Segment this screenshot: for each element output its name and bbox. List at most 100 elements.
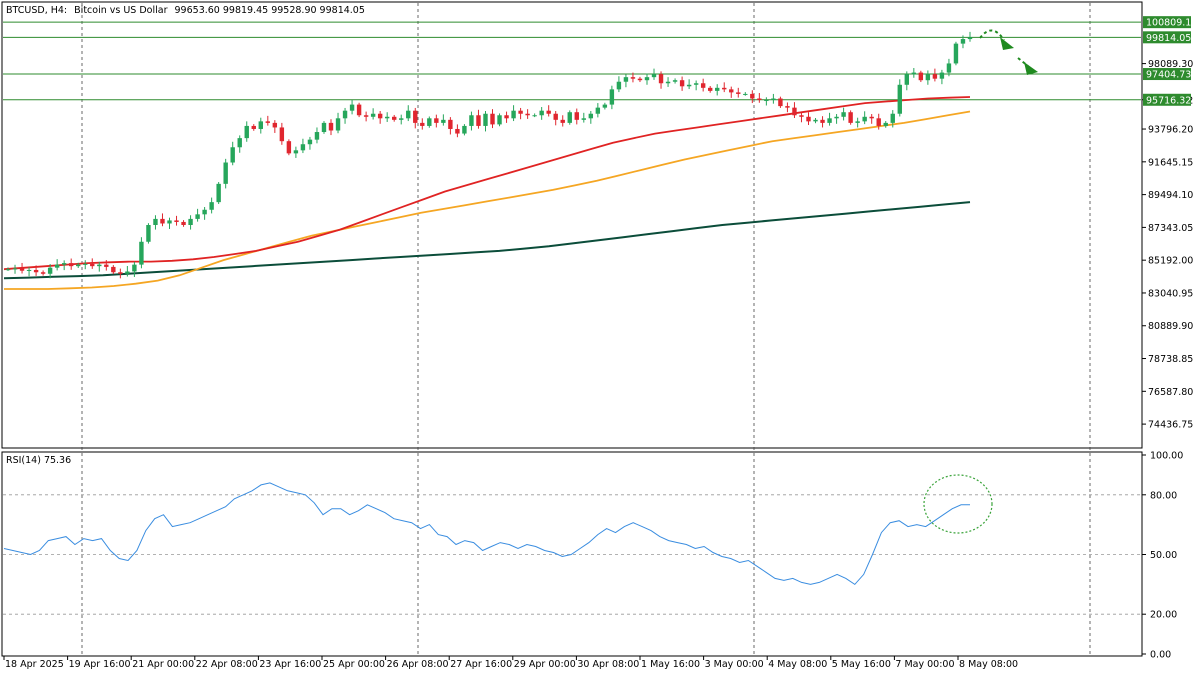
candle-bull	[862, 116, 867, 122]
candle-bull	[54, 264, 60, 268]
candle-bear	[757, 98, 762, 101]
candle-bear	[118, 272, 123, 274]
candle-bull	[314, 132, 320, 140]
candle-bull	[715, 87, 720, 91]
candle-bull	[195, 214, 200, 219]
price-tick-label: 89494.10	[1148, 190, 1193, 201]
candle-bull	[209, 202, 214, 210]
candle-bear	[356, 104, 362, 116]
candle-bull	[665, 81, 671, 84]
candles	[5, 31, 973, 279]
candle-bull	[300, 144, 306, 151]
time-tick-label: 7 May 00:00	[895, 659, 954, 670]
time-tick-label: 21 Apr 00:00	[132, 659, 194, 670]
candle-bull	[693, 83, 699, 85]
rsi-highlight-circle	[923, 474, 993, 534]
candle-bull	[146, 225, 151, 242]
candle-bull	[132, 264, 137, 272]
candle-bull	[602, 104, 608, 108]
forecast-arrow-head	[1000, 37, 1014, 50]
candle-bear	[420, 122, 425, 126]
candle-bear	[736, 92, 741, 94]
candle-bull	[399, 118, 404, 120]
candle-bull	[532, 115, 537, 117]
candle-bull	[47, 267, 53, 274]
candle-bull	[370, 113, 376, 117]
chart-header: BTCUSD, H4: Bitcoin vs US Dollar 99653.6…	[6, 5, 365, 16]
candle-bear	[265, 121, 271, 123]
candle-bull	[855, 121, 860, 123]
candle-bear	[455, 128, 460, 134]
candle-bull	[686, 84, 692, 87]
candle-bear	[490, 113, 495, 125]
candle-bear	[518, 110, 523, 114]
rsi-line	[3, 482, 970, 586]
candle-bull	[462, 125, 467, 134]
candle-bear	[707, 87, 713, 91]
candle-bull	[890, 113, 895, 123]
candle-bull	[139, 241, 144, 265]
candle-bear	[729, 89, 734, 93]
candle-bear	[392, 116, 397, 120]
time-tick-label: 19 Apr 16:00	[69, 659, 131, 670]
candle-bull	[427, 118, 432, 126]
candle-bull	[911, 72, 917, 75]
candle-bear	[560, 119, 565, 123]
candle-bull	[12, 268, 18, 270]
candle-bear	[160, 218, 165, 224]
candle-bull	[307, 139, 313, 145]
candle-bull	[616, 81, 622, 90]
time-axis: 18 Apr 2025 19 Apr 16:00 21 Apr 00:00 22 Ap…	[3, 656, 1018, 670]
candle-bear	[820, 119, 825, 123]
forecast-arrow-head	[1024, 62, 1038, 75]
candle-bull	[469, 115, 474, 126]
candle-bull	[539, 110, 544, 116]
candle-bull	[188, 218, 193, 225]
candle-bull	[946, 63, 952, 73]
candle-bull	[153, 218, 158, 225]
price-tick-label: 87343.05	[1148, 223, 1193, 234]
level-label-text: 97404.73	[1146, 70, 1191, 81]
candle-bull	[223, 162, 228, 184]
candle-bull	[258, 121, 263, 129]
candle-bull	[764, 100, 769, 102]
main-panel-frame	[1, 1, 1143, 449]
candle-bull	[672, 80, 678, 82]
candle-bear	[104, 264, 109, 267]
rsi-indicator	[3, 482, 1141, 615]
candle-bull	[813, 119, 818, 122]
candle-bear	[700, 83, 706, 88]
chart-root: 98089.3095716.3293796.2091645.1589494.10…	[0, 0, 1200, 675]
candle-bear	[799, 115, 804, 117]
time-tick-label: 4 May 08:00	[768, 659, 827, 670]
candle-bear	[546, 110, 551, 114]
candle-bull	[342, 110, 348, 119]
candle-bull	[897, 84, 902, 114]
candle-bear	[932, 74, 938, 79]
candle-bull	[904, 74, 910, 85]
candle-bear	[90, 263, 95, 267]
candle-bull	[97, 264, 102, 267]
candle-bull	[483, 113, 488, 126]
time-tick-label: 30 Apr 08:00	[577, 659, 639, 670]
candle-bear	[574, 112, 579, 120]
vertical-grid	[81, 3, 1091, 655]
candle-bull	[588, 113, 594, 119]
price-tick-label: 93796.20	[1148, 125, 1193, 136]
candle-bear	[68, 263, 74, 267]
candle-bear	[722, 87, 727, 90]
candle-bear	[33, 269, 39, 273]
candle-bear	[637, 78, 643, 81]
candle-bull	[237, 138, 242, 148]
candle-bear	[413, 110, 418, 123]
candle-bear	[918, 72, 924, 81]
level-label-text: 100809.18	[1146, 18, 1197, 29]
candle-bull	[953, 43, 959, 64]
chart-svg: 98089.3095716.3293796.2091645.1589494.10…	[1, 1, 1197, 670]
time-tick-label: 1 May 16:00	[641, 659, 700, 670]
candle-bear	[174, 220, 179, 222]
candle-bull	[743, 93, 748, 95]
price-tick-label: 78738.85	[1148, 354, 1193, 365]
annotations	[923, 29, 1038, 534]
rsi-axis: 100.00 80.00 50.00 20.00 0.00	[1142, 451, 1183, 661]
